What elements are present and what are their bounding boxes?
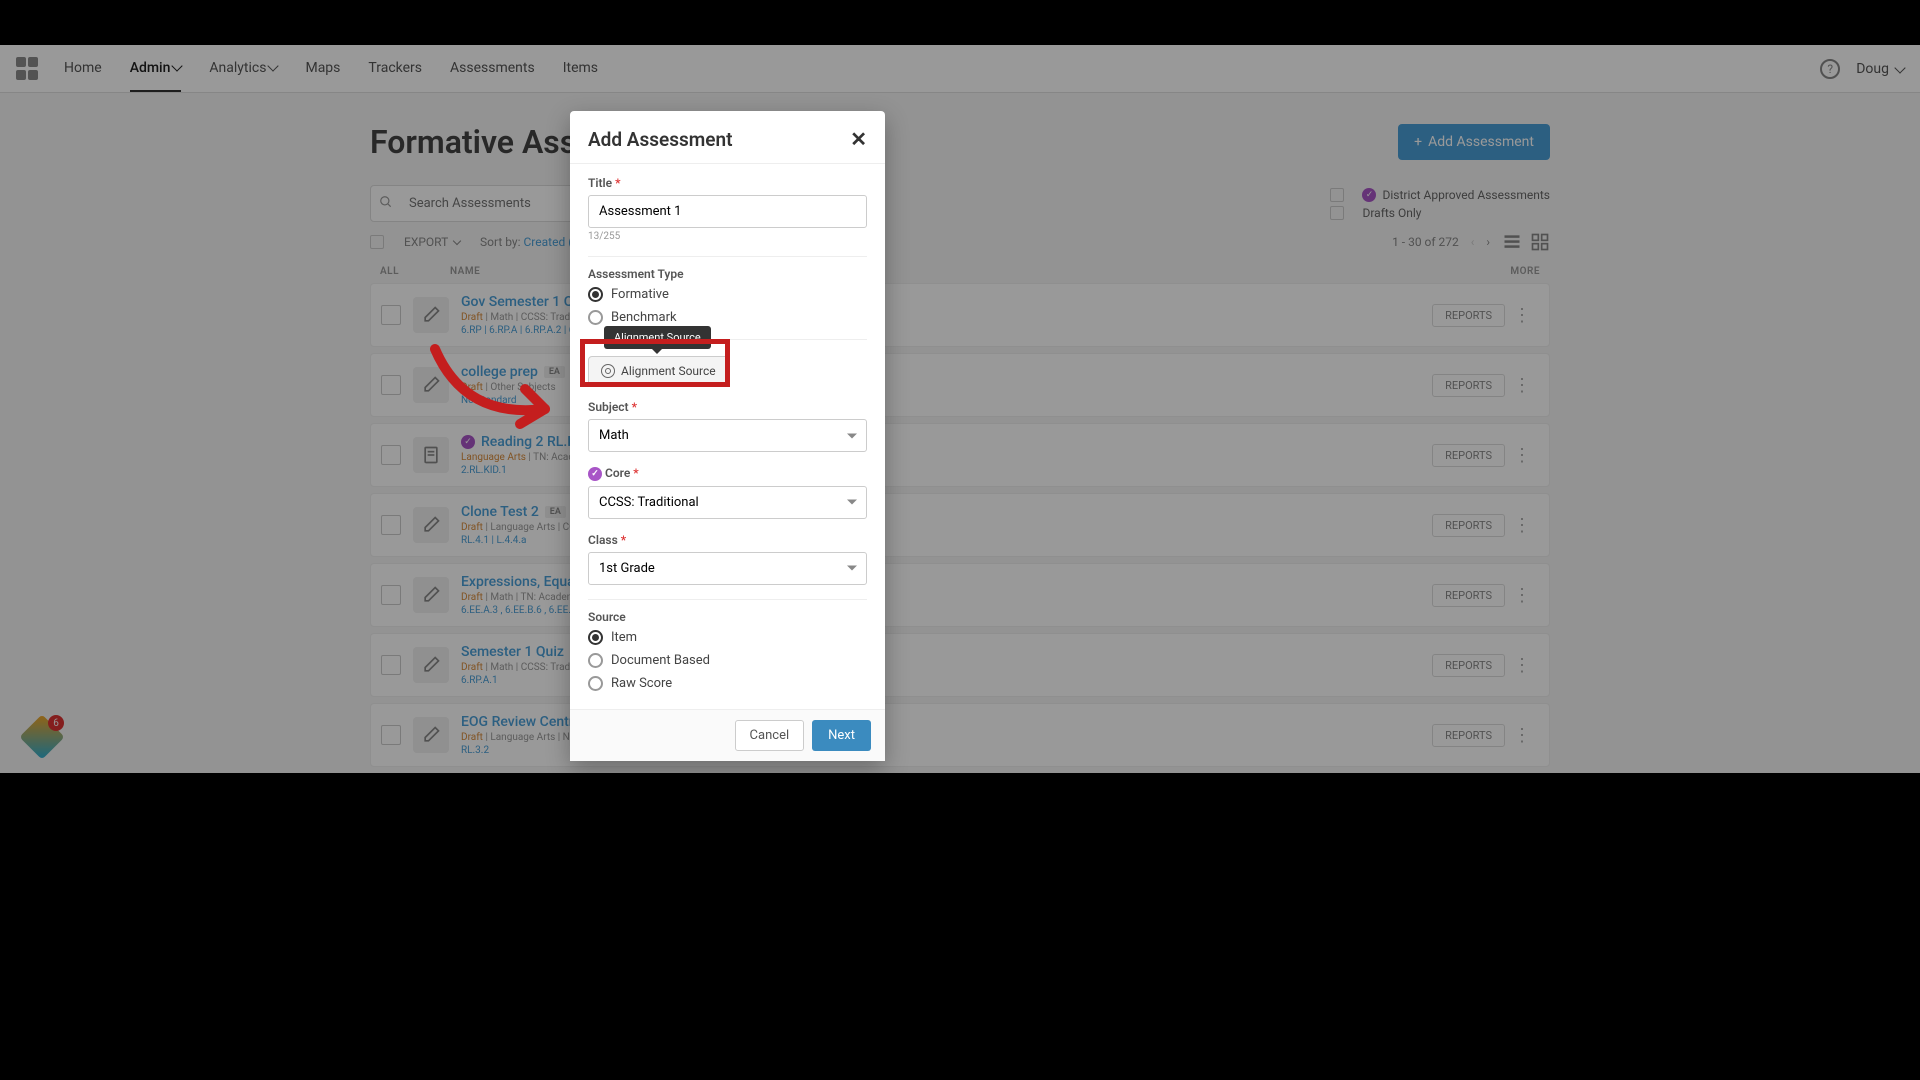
class-select[interactable]: 1st Grade	[588, 552, 867, 585]
core-label: ✓ Core *	[588, 466, 867, 481]
radio-document[interactable]: Document Based	[588, 653, 867, 668]
add-assessment-modal: Add Assessment ✕ Title * 13/255 Assessme…	[570, 111, 885, 761]
source-label: Source	[588, 610, 867, 624]
radio-formative[interactable]: Formative	[588, 287, 867, 302]
core-select[interactable]: CCSS: Traditional	[588, 486, 867, 519]
assessment-type-label: Assessment Type	[588, 267, 867, 281]
next-button[interactable]: Next	[812, 720, 871, 751]
modal-backdrop	[0, 45, 1920, 773]
title-label: Title *	[588, 176, 867, 190]
close-icon[interactable]: ✕	[850, 127, 867, 151]
radio-benchmark[interactable]: Benchmark	[588, 310, 867, 325]
cancel-button[interactable]: Cancel	[735, 720, 805, 751]
title-input[interactable]	[588, 195, 867, 228]
char-count: 13/255	[588, 231, 867, 242]
subject-label: Subject *	[588, 400, 867, 414]
radio-raw[interactable]: Raw Score	[588, 676, 867, 691]
subject-select[interactable]: Math	[588, 419, 867, 452]
alignment-tooltip: Alignment Source	[604, 326, 711, 349]
radio-item[interactable]: Item	[588, 630, 867, 645]
class-label: Class *	[588, 533, 867, 547]
alignment-source-button[interactable]: Alignment Source	[588, 356, 729, 386]
gear-icon	[601, 364, 615, 378]
modal-title: Add Assessment	[588, 128, 733, 151]
